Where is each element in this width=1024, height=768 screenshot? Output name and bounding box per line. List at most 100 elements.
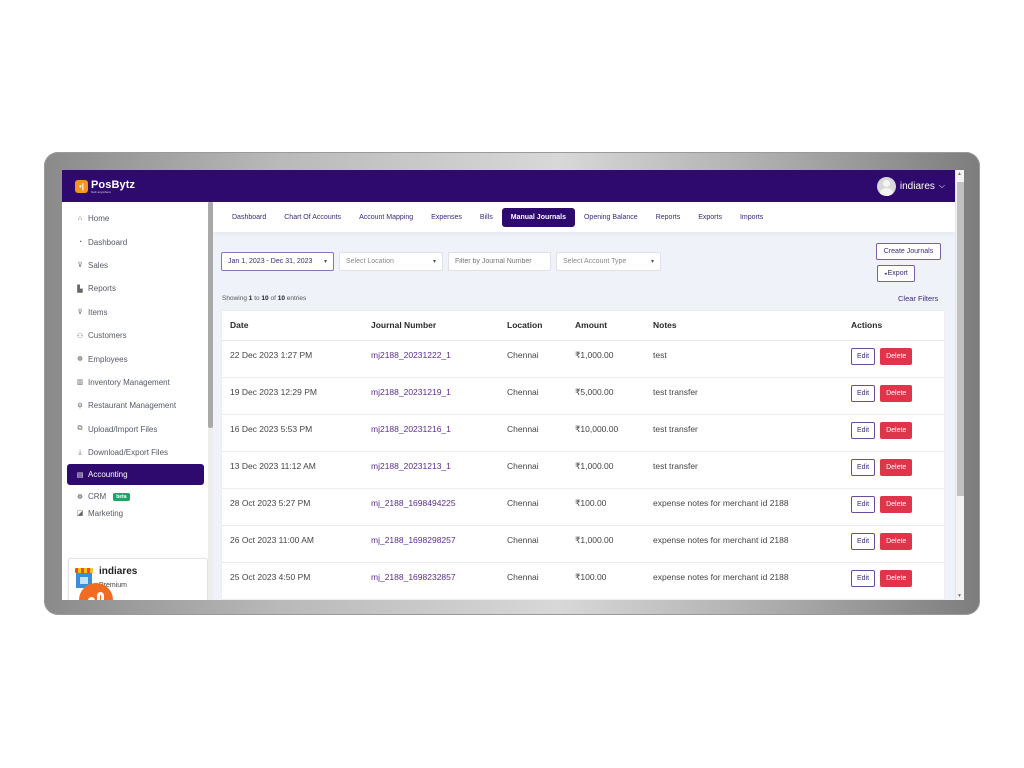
sidebar-item-label: Employees xyxy=(88,354,128,364)
notes-cell: test xyxy=(645,340,843,378)
tab-imports[interactable]: Imports xyxy=(731,209,772,226)
journal-number-link[interactable]: mj_2188_1698232857 xyxy=(363,562,499,600)
delete-button[interactable]: Delete xyxy=(880,532,913,550)
restaurant-management-icon: ψ xyxy=(77,402,83,410)
location-cell: Chennai xyxy=(499,414,567,452)
delete-button[interactable]: Delete xyxy=(880,347,913,365)
scrollbar-thumb[interactable] xyxy=(957,182,964,496)
journal-number-filter-input[interactable] xyxy=(448,252,551,271)
caret-down-icon: ▾ xyxy=(323,259,327,265)
account-type-select[interactable]: Select Account Type ▾ xyxy=(556,252,661,271)
sidebar-item-label: Sales xyxy=(88,260,109,270)
actions-cell: Edit Delete xyxy=(843,562,944,600)
customers-icon: ⚇ xyxy=(76,332,84,340)
sidebar-item-upload-import-files[interactable]: ⧉ Upload/Import Files xyxy=(62,418,208,441)
sidebar-item-label: Customers xyxy=(88,331,127,341)
location-cell: Chennai xyxy=(499,377,567,415)
sidebar-item-employees[interactable]: ☸ Employees xyxy=(62,347,208,370)
notes-cell: test transfer xyxy=(645,414,843,452)
scroll-down-arrow-icon[interactable]: ▼ xyxy=(957,593,962,599)
table-header-row: Date Journal Number Location Amount Note… xyxy=(222,311,944,341)
table-row: 16 Dec 2023 5:53 PM mj2188_20231216_1 Chen… xyxy=(222,414,944,452)
journal-number-link[interactable]: mj_2188_1698494225 xyxy=(363,488,499,526)
items-icon: ⊽ xyxy=(77,309,83,317)
tab-expenses[interactable]: Expenses xyxy=(422,209,471,226)
sidebar-item-restaurant-management[interactable]: ψ Restaurant Management xyxy=(62,394,208,417)
edit-button[interactable]: Edit xyxy=(851,421,876,439)
sidebar-item-marketing[interactable]: ◪ Marketing xyxy=(62,509,208,519)
tab-opening-balance[interactable]: Opening Balance xyxy=(575,209,647,226)
user-name: indiares xyxy=(899,180,935,192)
store-name: indiares xyxy=(99,566,138,577)
caret-down-icon: ▾ xyxy=(650,259,654,265)
journal-number-link[interactable]: mj2188_20231219_1 xyxy=(363,377,499,415)
edit-button[interactable]: Edit xyxy=(851,384,876,402)
amount-cell: ₹5,000.00 xyxy=(567,377,645,415)
caret-down-icon: ▾ xyxy=(432,259,436,265)
date-range-value: Jan 1, 2023 - Dec 31, 2023 xyxy=(228,258,313,265)
tab-reports[interactable]: Reports xyxy=(647,209,690,226)
scroll-up-arrow-icon[interactable]: ▲ xyxy=(957,171,962,177)
journal-number-link[interactable]: mj_2188_1698298257 xyxy=(363,525,499,563)
avatar-icon xyxy=(876,176,896,196)
tab-dashboard[interactable]: Dashboard xyxy=(223,209,275,226)
date-range-picker[interactable]: Jan 1, 2023 - Dec 31, 2023 ▾ xyxy=(221,252,334,271)
sidebar-item-label: Home xyxy=(88,214,110,224)
user-menu[interactable]: indiares ⌵ xyxy=(876,176,945,196)
tab-exports[interactable]: Exports xyxy=(689,209,731,226)
edit-button[interactable]: Edit xyxy=(851,495,876,513)
sidebar-scrollbar[interactable] xyxy=(208,202,213,600)
sidebar-item-items[interactable]: ⊽ Items xyxy=(62,301,208,324)
header-notes: Notes xyxy=(645,311,843,341)
delete-button[interactable]: Delete xyxy=(880,495,913,513)
edit-button[interactable]: Edit xyxy=(851,569,876,587)
notes-cell: test transfer xyxy=(645,451,843,489)
sidebar-item-crm[interactable]: ☸ CRM beta xyxy=(62,485,208,508)
sidebar-item-sales[interactable]: ⊽ Sales xyxy=(62,254,208,277)
posbytz-logo-icon: •| xyxy=(75,179,88,193)
sidebar-item-inventory-management[interactable]: ▥ Inventory Management xyxy=(62,371,208,394)
header-location: Location xyxy=(499,311,567,341)
page-scrollbar[interactable]: ▲ ▼ xyxy=(955,170,964,600)
tab-bills[interactable]: Bills xyxy=(471,209,502,226)
header-journal-number: Journal Number xyxy=(363,311,499,341)
sidebar-item-download-export-files[interactable]: ⤓ Download/Export Files xyxy=(62,441,208,464)
amount-cell: ₹1,000.00 xyxy=(567,340,645,378)
create-journals-button[interactable]: Create Journals xyxy=(876,243,941,260)
dashboard-icon: ◔ xyxy=(77,238,83,246)
header-actions: Actions xyxy=(843,311,944,341)
tab-account-mapping[interactable]: Account Mapping xyxy=(350,209,422,226)
date-cell: 28 Oct 2023 5:27 PM xyxy=(222,488,363,526)
entries-info: Showing 1 to 10 of 10 entries xyxy=(222,295,307,302)
caret-left-icon: ◂ xyxy=(884,270,887,277)
tab-manual-journals[interactable]: Manual Journals xyxy=(501,207,575,227)
sidebar-item-dashboard[interactable]: ◔ Dashboard xyxy=(62,230,208,253)
delete-button[interactable]: Delete xyxy=(880,421,913,439)
edit-button[interactable]: Edit xyxy=(851,532,876,550)
brand-logo[interactable]: •| PosBytz Sell anywhere xyxy=(75,179,135,194)
sidebar-item-accounting[interactable]: ▤ Accounting xyxy=(67,464,204,486)
sidebar-item-customers[interactable]: ⚇ Customers xyxy=(62,324,208,347)
sidebar-item-reports[interactable]: ▙ Reports xyxy=(62,277,208,300)
delete-button[interactable]: Delete xyxy=(880,569,913,587)
journal-number-link[interactable]: mj2188_20231216_1 xyxy=(363,414,499,452)
header-date: Date xyxy=(222,311,363,341)
edit-button[interactable]: Edit xyxy=(851,347,876,365)
sales-icon: ⊽ xyxy=(77,262,83,270)
export-button[interactable]: ◂ Export xyxy=(877,265,915,282)
clear-filters-link[interactable]: Clear Filters xyxy=(898,294,938,303)
location-select[interactable]: Select Location ▾ xyxy=(339,252,443,271)
sidebar-item-label: Download/Export Files xyxy=(88,448,169,458)
delete-button[interactable]: Delete xyxy=(880,384,913,402)
table-row: 13 Dec 2023 11:12 AM mj2188_20231213_1 Che… xyxy=(222,451,944,489)
edit-button[interactable]: Edit xyxy=(851,458,876,476)
delete-button[interactable]: Delete xyxy=(880,458,913,476)
journal-number-link[interactable]: mj2188_20231213_1 xyxy=(363,451,499,489)
tab-chart-of-accounts[interactable]: Chart Of Accounts xyxy=(275,209,350,226)
sidebar-item-label: Reports xyxy=(88,284,117,294)
actions-cell: Edit Delete xyxy=(843,377,944,415)
journal-number-link[interactable]: mj2188_20231222_1 xyxy=(363,340,499,378)
account-type-placeholder: Select Account Type xyxy=(563,258,627,265)
sidebar-item-label: Accounting xyxy=(88,470,128,480)
sidebar-item-home[interactable]: ⌂ Home xyxy=(62,207,208,230)
